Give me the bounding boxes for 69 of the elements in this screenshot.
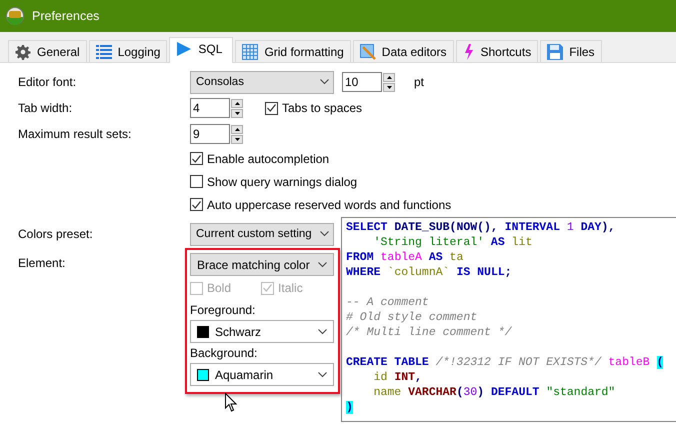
spin-down-button[interactable]	[383, 82, 395, 92]
field-label: Foreground:	[190, 303, 256, 317]
checkbox[interactable]	[190, 152, 203, 165]
lightning-icon	[462, 44, 474, 60]
list-icon	[96, 44, 112, 60]
result-sets-field[interactable]: 9	[190, 124, 230, 144]
tab-width-field[interactable]: 4	[190, 98, 230, 118]
tab[interactable]: Shortcuts	[456, 40, 538, 62]
code-line: CREATE TABLE /*!32312 IF NOT EXISTS*/ tableB (	[346, 355, 664, 370]
font-size-field[interactable]: 10	[342, 72, 382, 92]
tab[interactable]: SQL	[169, 37, 234, 63]
code-line: 'String literal' AS lit	[372, 235, 532, 250]
checkbox[interactable]	[265, 102, 278, 114]
element-dropdown[interactable]: Brace matching color	[190, 253, 334, 276]
code-line: name VARCHAR(30) DEFAULT "standard"	[372, 385, 616, 400]
spin-up-button[interactable]	[383, 72, 395, 82]
down-arrow-icon	[386, 86, 392, 88]
gear-icon	[15, 44, 31, 60]
grid-icon	[242, 44, 258, 60]
app-logo-icon	[6, 7, 24, 25]
font-dropdown[interactable]: Consolas	[190, 70, 334, 94]
tab[interactable]: General	[8, 40, 87, 62]
background-dropdown[interactable]: Aquamarin	[190, 363, 334, 386]
code-line: SELECT DATE_SUB(NOW(), INTERVAL 1 DAY),	[346, 220, 616, 235]
spin-down-button[interactable]	[231, 134, 243, 144]
chevron-down-icon	[318, 328, 327, 334]
field-label: Element:	[18, 256, 66, 270]
checkbox-label: Bold	[207, 281, 232, 295]
field-label: Background:	[190, 346, 258, 360]
code-line: /* Multi line comment */	[346, 325, 512, 340]
pencil-icon	[360, 44, 376, 60]
play-icon	[176, 40, 192, 56]
checkbox-label: Auto uppercase reserved words and functions	[207, 198, 452, 212]
code-line: # Old style comment	[346, 310, 478, 325]
chevron-down-icon	[318, 262, 327, 268]
chevron-down-icon	[320, 231, 329, 237]
chevron-down-icon	[318, 372, 327, 378]
field-label: Editor font:	[18, 75, 78, 89]
field-label: Maximum result sets:	[18, 127, 132, 141]
unit-label: pt	[414, 75, 424, 89]
code-line: id INT,	[372, 370, 422, 385]
checkbox-label: Show query warnings dialog	[207, 174, 358, 188]
checkbox-label: Italic	[278, 281, 303, 295]
code-line: -- A comment	[346, 295, 429, 310]
code-line: WHERE `columnA` IS NULL;	[346, 265, 512, 280]
field-label: Tab width:	[18, 101, 74, 115]
preset-dropdown[interactable]: Current custom setting	[190, 222, 334, 246]
up-arrow-icon	[386, 76, 392, 78]
up-arrow-icon	[234, 102, 240, 104]
spin-up-button[interactable]	[231, 98, 243, 108]
checkbox-label: Enable autocompletion	[207, 152, 330, 166]
tab[interactable]: Data editors	[352, 40, 454, 62]
checkbox[interactable]	[190, 198, 203, 211]
tab[interactable]: Grid formatting	[235, 40, 351, 62]
checkbox-label: Tabs to spaces	[282, 101, 362, 115]
field-label: Colors preset:	[18, 227, 94, 241]
code-line: FROM tableA AS ta	[346, 250, 464, 265]
down-arrow-icon	[234, 138, 240, 140]
down-arrow-icon	[234, 112, 240, 114]
mouse-pointer-icon	[225, 393, 237, 412]
tab[interactable]: Logging	[88, 40, 168, 62]
checkbox[interactable]	[190, 175, 203, 188]
up-arrow-icon	[234, 128, 240, 130]
spin-down-button[interactable]	[231, 108, 243, 118]
window-title: Preferences	[32, 9, 100, 23]
chevron-down-icon	[320, 79, 329, 85]
tab[interactable]: Files	[540, 40, 602, 62]
foreground-dropdown[interactable]: Schwarz	[190, 320, 334, 343]
spin-up-button[interactable]	[231, 124, 243, 134]
